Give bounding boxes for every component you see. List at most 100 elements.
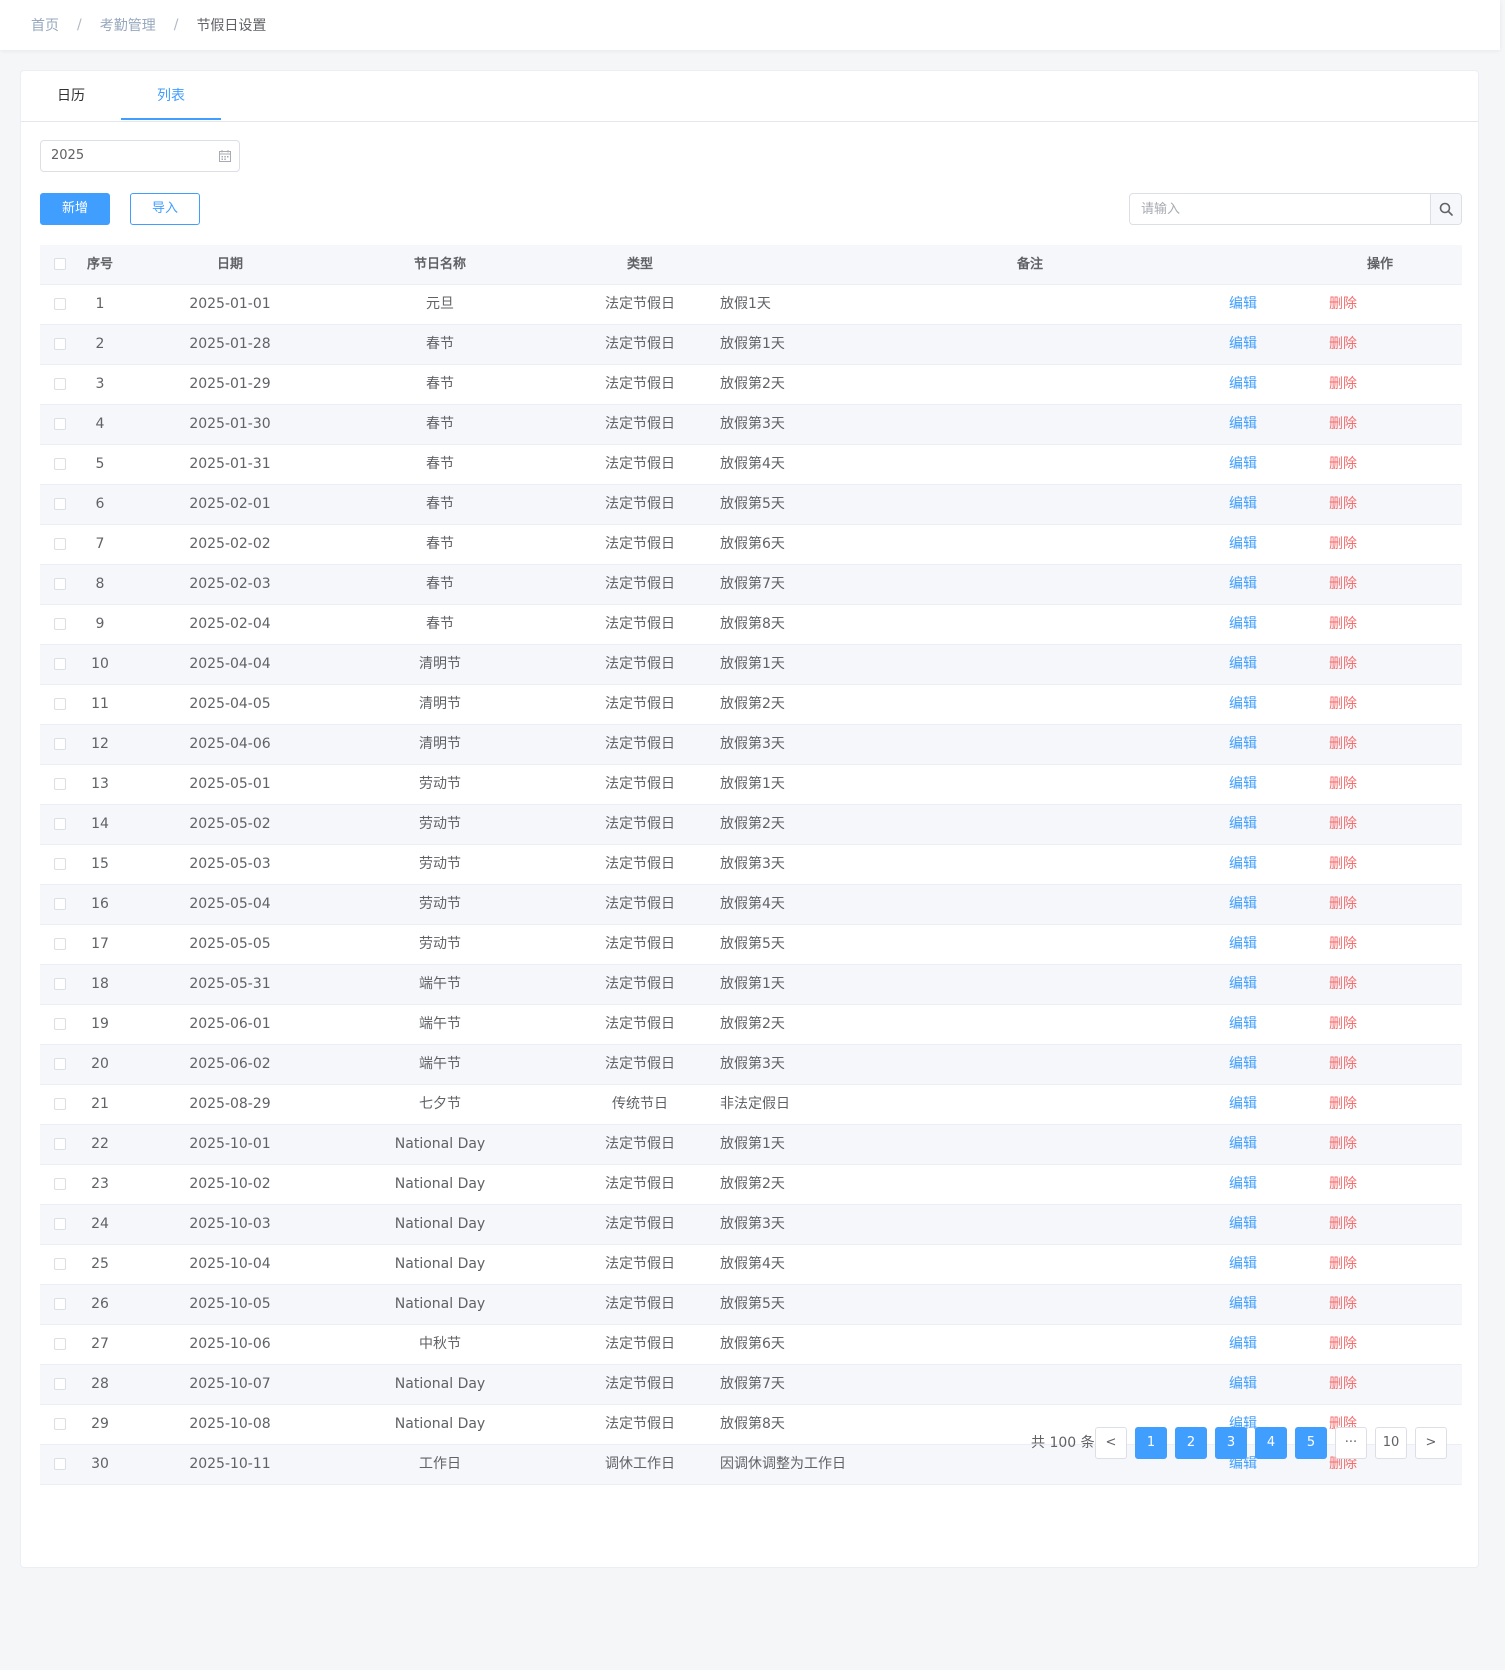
delete-button[interactable]: 删除 bbox=[1318, 765, 1368, 804]
delete-button[interactable]: 删除 bbox=[1318, 1205, 1368, 1244]
pagination-page-1[interactable]: 1 bbox=[1135, 1427, 1167, 1459]
delete-button[interactable]: 删除 bbox=[1318, 845, 1368, 884]
delete-button[interactable]: 删除 bbox=[1318, 405, 1368, 444]
edit-button[interactable]: 编辑 bbox=[1218, 965, 1268, 1004]
delete-button[interactable]: 删除 bbox=[1318, 1365, 1368, 1404]
row-checkbox[interactable] bbox=[54, 738, 66, 750]
edit-button[interactable]: 编辑 bbox=[1218, 1085, 1268, 1124]
delete-button[interactable]: 删除 bbox=[1318, 1285, 1368, 1324]
edit-button[interactable]: 编辑 bbox=[1218, 805, 1268, 844]
edit-button[interactable]: 编辑 bbox=[1218, 765, 1268, 804]
import-button[interactable]: 导入 bbox=[130, 193, 200, 225]
edit-button[interactable]: 编辑 bbox=[1218, 1165, 1268, 1204]
delete-button[interactable]: 删除 bbox=[1318, 605, 1368, 644]
pagination-next-button[interactable]: > bbox=[1415, 1427, 1447, 1459]
year-picker[interactable]: 2025 bbox=[40, 140, 240, 172]
delete-button[interactable]: 删除 bbox=[1318, 565, 1368, 604]
tab-calendar[interactable]: 日历 bbox=[21, 71, 121, 121]
delete-button[interactable]: 删除 bbox=[1318, 1085, 1368, 1124]
delete-button[interactable]: 删除 bbox=[1318, 805, 1368, 844]
edit-button[interactable]: 编辑 bbox=[1218, 1005, 1268, 1044]
row-checkbox[interactable] bbox=[54, 298, 66, 310]
edit-button[interactable]: 编辑 bbox=[1218, 1045, 1268, 1084]
edit-button[interactable]: 编辑 bbox=[1218, 365, 1268, 404]
edit-button[interactable]: 编辑 bbox=[1218, 1285, 1268, 1324]
row-checkbox[interactable] bbox=[54, 1138, 66, 1150]
delete-button[interactable]: 删除 bbox=[1318, 365, 1368, 404]
select-all-checkbox[interactable] bbox=[54, 258, 66, 270]
search-input[interactable] bbox=[1130, 194, 1430, 224]
row-checkbox[interactable] bbox=[54, 1058, 66, 1070]
delete-button[interactable]: 删除 bbox=[1318, 525, 1368, 564]
delete-button[interactable]: 删除 bbox=[1318, 645, 1368, 684]
row-checkbox[interactable] bbox=[54, 938, 66, 950]
edit-button[interactable]: 编辑 bbox=[1218, 565, 1268, 604]
edit-button[interactable]: 编辑 bbox=[1218, 325, 1268, 364]
delete-button[interactable]: 删除 bbox=[1318, 1165, 1368, 1204]
row-checkbox[interactable] bbox=[54, 898, 66, 910]
row-checkbox[interactable] bbox=[54, 698, 66, 710]
row-checkbox[interactable] bbox=[54, 378, 66, 390]
edit-button[interactable]: 编辑 bbox=[1218, 1365, 1268, 1404]
row-checkbox[interactable] bbox=[54, 1258, 66, 1270]
row-checkbox[interactable] bbox=[54, 858, 66, 870]
delete-button[interactable]: 删除 bbox=[1318, 1125, 1368, 1164]
row-checkbox[interactable] bbox=[54, 338, 66, 350]
row-checkbox[interactable] bbox=[54, 1298, 66, 1310]
pagination-ellipsis[interactable]: ··· bbox=[1335, 1427, 1367, 1459]
row-checkbox[interactable] bbox=[54, 498, 66, 510]
row-checkbox[interactable] bbox=[54, 1378, 66, 1390]
delete-button[interactable]: 删除 bbox=[1318, 1325, 1368, 1364]
edit-button[interactable]: 编辑 bbox=[1218, 445, 1268, 484]
row-checkbox[interactable] bbox=[54, 658, 66, 670]
edit-button[interactable]: 编辑 bbox=[1218, 645, 1268, 684]
delete-button[interactable]: 删除 bbox=[1318, 965, 1368, 1004]
add-button[interactable]: 新增 bbox=[40, 193, 110, 225]
delete-button[interactable]: 删除 bbox=[1318, 1245, 1368, 1284]
edit-button[interactable]: 编辑 bbox=[1218, 925, 1268, 964]
row-checkbox[interactable] bbox=[54, 418, 66, 430]
delete-button[interactable]: 删除 bbox=[1318, 885, 1368, 924]
pagination-page-4[interactable]: 4 bbox=[1255, 1427, 1287, 1459]
pagination-prev-button[interactable]: < bbox=[1095, 1427, 1127, 1459]
edit-button[interactable]: 编辑 bbox=[1218, 1245, 1268, 1284]
row-checkbox[interactable] bbox=[54, 978, 66, 990]
edit-button[interactable]: 编辑 bbox=[1218, 685, 1268, 724]
tab-list[interactable]: 列表 bbox=[121, 71, 221, 121]
delete-button[interactable]: 删除 bbox=[1318, 445, 1368, 484]
delete-button[interactable]: 删除 bbox=[1318, 925, 1368, 964]
edit-button[interactable]: 编辑 bbox=[1218, 485, 1268, 524]
pagination-page-2[interactable]: 2 bbox=[1175, 1427, 1207, 1459]
row-checkbox[interactable] bbox=[54, 1018, 66, 1030]
breadcrumb-home[interactable]: 首页 bbox=[31, 15, 59, 35]
edit-button[interactable]: 编辑 bbox=[1218, 1205, 1268, 1244]
edit-button[interactable]: 编辑 bbox=[1218, 525, 1268, 564]
delete-button[interactable]: 删除 bbox=[1318, 325, 1368, 364]
row-checkbox[interactable] bbox=[54, 1098, 66, 1110]
row-checkbox[interactable] bbox=[54, 618, 66, 630]
delete-button[interactable]: 删除 bbox=[1318, 685, 1368, 724]
delete-button[interactable]: 删除 bbox=[1318, 1005, 1368, 1044]
search-button[interactable] bbox=[1430, 194, 1461, 224]
row-checkbox[interactable] bbox=[54, 1178, 66, 1190]
pagination-page-last[interactable]: 10 bbox=[1375, 1427, 1407, 1459]
row-checkbox[interactable] bbox=[54, 778, 66, 790]
edit-button[interactable]: 编辑 bbox=[1218, 885, 1268, 924]
delete-button[interactable]: 删除 bbox=[1318, 1045, 1368, 1084]
row-checkbox[interactable] bbox=[54, 578, 66, 590]
row-checkbox[interactable] bbox=[54, 1338, 66, 1350]
edit-button[interactable]: 编辑 bbox=[1218, 285, 1268, 324]
row-checkbox[interactable] bbox=[54, 538, 66, 550]
breadcrumb-attendance[interactable]: 考勤管理 bbox=[100, 15, 156, 35]
row-checkbox[interactable] bbox=[54, 818, 66, 830]
edit-button[interactable]: 编辑 bbox=[1218, 1325, 1268, 1364]
row-checkbox[interactable] bbox=[54, 1218, 66, 1230]
delete-button[interactable]: 删除 bbox=[1318, 285, 1368, 324]
edit-button[interactable]: 编辑 bbox=[1218, 1125, 1268, 1164]
row-checkbox[interactable] bbox=[54, 1418, 66, 1430]
row-checkbox[interactable] bbox=[54, 458, 66, 470]
delete-button[interactable]: 删除 bbox=[1318, 485, 1368, 524]
edit-button[interactable]: 编辑 bbox=[1218, 725, 1268, 764]
pagination-page-5[interactable]: 5 bbox=[1295, 1427, 1327, 1459]
edit-button[interactable]: 编辑 bbox=[1218, 845, 1268, 884]
